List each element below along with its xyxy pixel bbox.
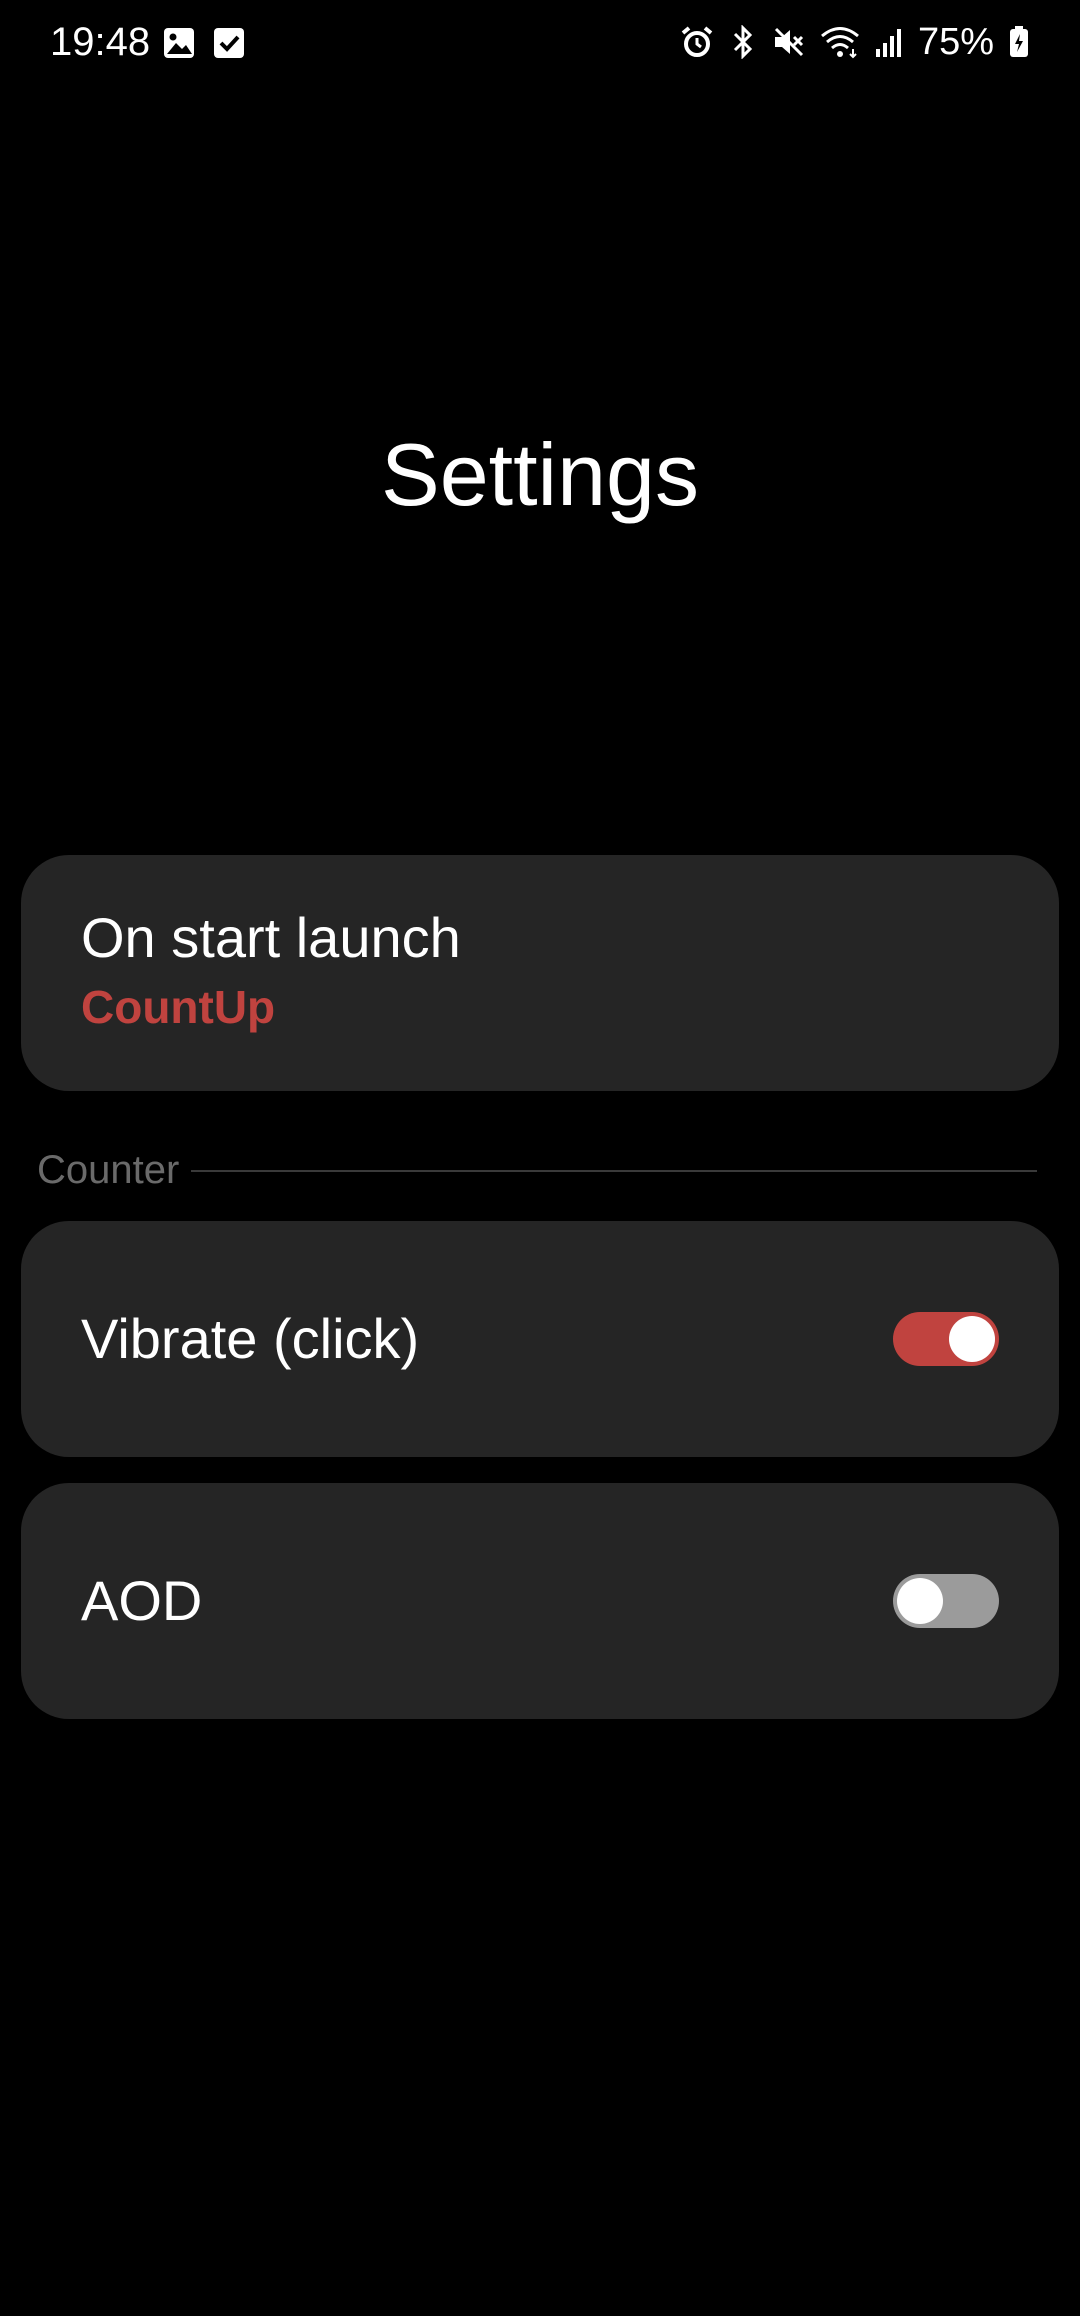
- status-bar: 19:48 75%: [0, 0, 1080, 84]
- vibrate-label: Vibrate (click): [81, 1307, 420, 1370]
- on-start-launch-value: CountUp: [81, 981, 276, 1033]
- status-time: 19:48: [50, 20, 151, 64]
- aod-label: AOD: [81, 1569, 203, 1632]
- signal-icon: [874, 25, 904, 59]
- aod-setting[interactable]: AOD: [21, 1483, 1059, 1719]
- page-title: Settings: [381, 425, 699, 524]
- alarm-icon: [680, 25, 714, 59]
- vibrate-setting[interactable]: Vibrate (click): [21, 1221, 1059, 1457]
- wifi-icon: [820, 25, 860, 59]
- status-left-icons: [162, 26, 246, 60]
- section-divider: [191, 1170, 1037, 1172]
- on-start-launch-setting[interactable]: On start launch CountUp: [21, 855, 1059, 1091]
- mute-icon: [772, 25, 806, 59]
- bluetooth-icon: [728, 25, 758, 59]
- toggle-knob: [897, 1578, 943, 1624]
- gallery-icon: [162, 26, 196, 60]
- battery-charging-icon: [1008, 25, 1030, 59]
- vibrate-toggle[interactable]: [893, 1312, 999, 1366]
- aod-toggle[interactable]: [893, 1574, 999, 1628]
- battery-percentage: 75%: [917, 21, 994, 63]
- status-right-icons: 75%: [680, 18, 1030, 66]
- counter-section-header: Counter: [37, 1142, 1037, 1198]
- section-label: Counter: [37, 1148, 180, 1192]
- checkbox-icon: [212, 26, 246, 60]
- on-start-launch-label: On start launch: [81, 906, 461, 969]
- toggle-knob: [949, 1316, 995, 1362]
